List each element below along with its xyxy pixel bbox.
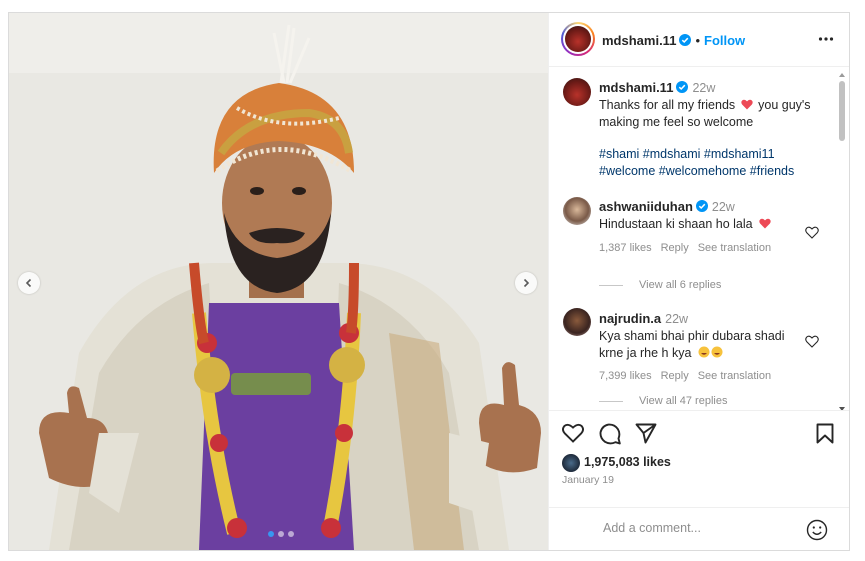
post-dialog: mdshami.11 • Follow mdshami.11 22w Thanks f… xyxy=(8,12,850,551)
post-media[interactable] xyxy=(9,13,548,550)
comments-list[interactable]: mdshami.11 22w Thanks for all my friends … xyxy=(549,67,849,407)
heart-icon[interactable] xyxy=(562,423,584,443)
scroll-up-arrow[interactable] xyxy=(839,73,845,77)
view-replies-button[interactable]: View all 6 replies xyxy=(599,279,721,291)
chevron-right-icon xyxy=(523,278,530,288)
scrollbar-thumb[interactable] xyxy=(839,81,845,141)
send-icon[interactable] xyxy=(635,423,657,444)
comment-icon[interactable] xyxy=(599,423,621,445)
view-replies-button[interactable]: View all 47 replies xyxy=(599,395,727,407)
see-translation-button[interactable]: See translation xyxy=(698,370,771,382)
more-dots-icon[interactable] xyxy=(818,31,834,47)
verified-badge-icon xyxy=(676,81,689,93)
see-translation-button[interactable]: See translation xyxy=(698,242,771,254)
avatar[interactable] xyxy=(563,78,591,106)
post-header: mdshami.11 • Follow xyxy=(549,13,849,67)
liker-avatar[interactable] xyxy=(562,454,580,472)
reply-button[interactable]: Reply xyxy=(661,370,689,382)
comment-text-line2: krne ja rhe h kya xyxy=(599,346,692,360)
red-heart-emoji-icon xyxy=(741,99,753,110)
caption-text-line2: making me feel so welcome xyxy=(599,115,754,129)
chevron-left-icon xyxy=(25,278,32,288)
post-side-panel: mdshami.11 • Follow mdshami.11 22w Thanks f… xyxy=(548,13,849,550)
carousel-dot-active xyxy=(268,531,274,537)
avatar[interactable] xyxy=(563,308,591,336)
post-date[interactable]: January 19 xyxy=(562,474,614,486)
carousel-dot xyxy=(278,531,284,537)
comment-likes[interactable]: 1,387 likes xyxy=(599,242,652,254)
carousel-next-button[interactable] xyxy=(515,272,537,294)
comment-time: 22w xyxy=(665,312,689,326)
bookmark-icon[interactable] xyxy=(816,423,834,444)
caption-text-line1: Thanks for all my friends xyxy=(599,98,736,112)
comment-input[interactable] xyxy=(601,520,795,536)
caption-text-line1b: you guy's xyxy=(758,98,811,112)
separator-dot: • xyxy=(695,33,700,48)
heart-icon[interactable] xyxy=(805,226,819,239)
comment-username[interactable]: ashwaniiduhan xyxy=(599,199,693,214)
caption-hashtags-line2[interactable]: #welcome #welcomehome #friends xyxy=(599,163,839,180)
comment-username[interactable]: najrudin.a xyxy=(599,311,661,326)
comment-time: 22w xyxy=(711,200,735,214)
carousel-indicator xyxy=(268,531,294,537)
emoji-icon[interactable] xyxy=(806,519,828,541)
comment-text: Hindustaan ki shaan ho lala xyxy=(599,217,753,231)
likes-count[interactable]: 1,975,083 likes xyxy=(584,455,671,469)
reply-button[interactable]: Reply xyxy=(661,242,689,254)
view-replies-label: View all 47 replies xyxy=(639,395,728,407)
post-photo xyxy=(9,13,548,550)
verified-badge-icon xyxy=(679,34,692,46)
caption-time: 22w xyxy=(692,81,716,95)
comments-scrollbar[interactable] xyxy=(839,73,845,411)
view-replies-label: View all 6 replies xyxy=(639,279,722,291)
post-actions: 1,975,083 likes January 19 xyxy=(549,410,849,550)
avatar[interactable] xyxy=(563,197,591,225)
avatar xyxy=(565,26,591,52)
carousel-prev-button[interactable] xyxy=(18,272,40,294)
comment-text-line1: Kya shami bhai phir dubara shadi xyxy=(599,329,785,343)
author-username[interactable]: mdshami.11 xyxy=(602,33,676,48)
comment-likes[interactable]: 7,399 likes xyxy=(599,370,652,382)
carousel-dot xyxy=(288,531,294,537)
verified-badge-icon xyxy=(695,200,708,212)
author-avatar-ring[interactable] xyxy=(561,22,595,56)
heart-icon[interactable] xyxy=(805,335,819,348)
laughing-emoji-icon xyxy=(698,346,723,358)
caption-hashtags-line1[interactable]: #shami #mdshami #mdshami11 xyxy=(599,146,839,163)
follow-button[interactable]: Follow xyxy=(704,33,745,48)
caption-username[interactable]: mdshami.11 xyxy=(599,80,673,95)
add-comment-bar xyxy=(549,507,849,550)
red-heart-emoji-icon xyxy=(759,218,771,229)
